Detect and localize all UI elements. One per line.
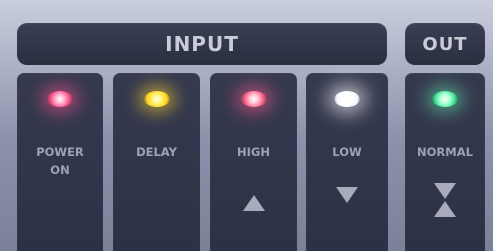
high-label: HIGH — [237, 145, 270, 159]
power-on-indicator: POWER ON — [17, 73, 103, 251]
delay-led — [143, 91, 170, 107]
normal-label: NORMAL — [417, 145, 473, 159]
delay-label: DELAY — [136, 145, 177, 159]
high-led — [240, 91, 267, 107]
low-led — [334, 91, 360, 107]
up-arrow-icon — [242, 195, 265, 211]
power-on-led — [47, 91, 73, 107]
low-indicator: LOW — [306, 73, 388, 251]
delay-indicator: DELAY — [113, 73, 200, 251]
out-header: OUT — [405, 23, 485, 65]
indicator-panel: INPUT OUT POWER ON DELAY HIGH LOW NORMAL — [0, 0, 493, 251]
high-indicator: HIGH — [210, 73, 297, 251]
power-on-label: POWER ON — [36, 145, 84, 177]
down-arrow-icon — [336, 187, 358, 203]
normal-led — [432, 91, 458, 107]
normal-indicator: NORMAL — [405, 73, 485, 251]
low-label: LOW — [332, 145, 362, 159]
input-header: INPUT — [17, 23, 387, 65]
